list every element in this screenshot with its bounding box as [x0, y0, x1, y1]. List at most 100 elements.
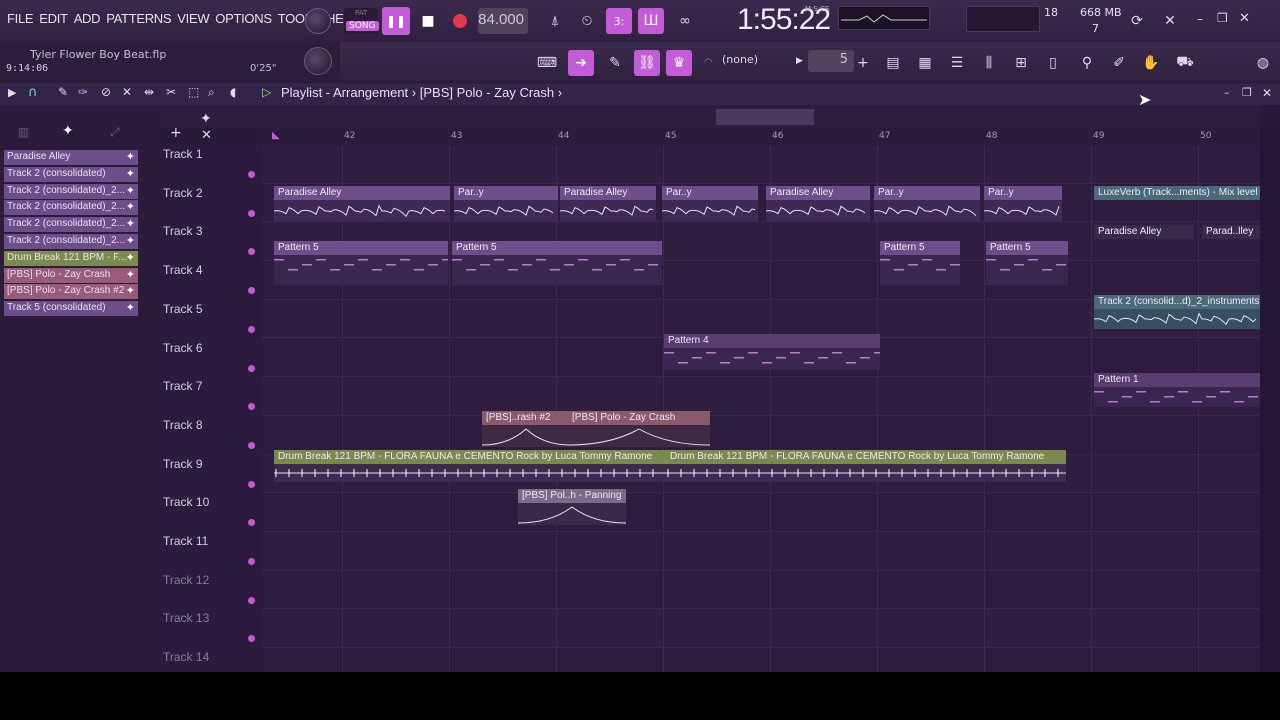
paint-icon[interactable]: ✑ — [78, 85, 88, 99]
hand-icon[interactable]: ✋ — [1138, 50, 1164, 76]
track-header-label[interactable]: Track 13 — [160, 611, 262, 625]
clip-list-item[interactable]: [PBS] Polo - Zay Crash #2 ✦ — [4, 284, 138, 300]
arrow-icon[interactable]: ➔ — [568, 50, 594, 76]
menu-patterns[interactable]: PATTERNS — [103, 11, 174, 26]
track4-pattern-clip[interactable]: Pattern 5 — [986, 241, 1068, 255]
arrangement-play-icon[interactable]: ▷ — [262, 85, 271, 99]
automation-icon[interactable]: ⤢ — [110, 125, 120, 140]
wrench-icon[interactable]: ✐ — [1106, 50, 1132, 76]
track11-panning-clip[interactable]: [PBS] Pol..h - Panning — [518, 489, 626, 503]
globe-icon[interactable]: ◍ — [1250, 50, 1276, 76]
loop-record-icon[interactable]: ∞ — [672, 8, 698, 34]
scrollbar-thumb[interactable] — [716, 109, 814, 125]
plugin-icon[interactable]: ⚲ — [1074, 50, 1100, 76]
playlist-maximize-icon[interactable]: ❐ — [1242, 86, 1252, 99]
track-mute-led[interactable] — [248, 248, 255, 256]
playhead-marker-icon[interactable]: ◣ — [272, 130, 280, 141]
clear-icon[interactable]: ✕ — [201, 128, 212, 143]
clip-list-item[interactable]: Track 2 (consolidated)_2... ✦ — [4, 183, 138, 199]
clip-list-item[interactable]: Track 2 (consolidated)_2... ✦ — [4, 200, 138, 216]
track-mute-led[interactable] — [248, 325, 255, 333]
typing-keyboard-icon[interactable]: ⌨ — [534, 50, 560, 76]
close-icon[interactable]: ✕ — [1239, 11, 1250, 26]
playlist-minimize-icon[interactable]: – — [1224, 86, 1230, 99]
playlist-close-icon[interactable]: ✕ — [1262, 86, 1272, 100]
mixer-icon[interactable]: ⫼ — [976, 50, 1002, 76]
pattern-arrow-icon[interactable]: ▶ — [796, 56, 803, 66]
stop-button[interactable]: ■ — [414, 7, 442, 35]
clip-list-item[interactable]: Drum Break 121 BPM - F... ✦ — [4, 250, 138, 266]
horizontal-scrollbar[interactable] — [0, 105, 1260, 128]
track2-automation-clip[interactable]: LuxeVerb (Track...ments) - Mix level — [1094, 186, 1260, 200]
record-button[interactable] — [446, 7, 474, 35]
track-mute-led[interactable] — [248, 558, 255, 565]
master-volume-knob[interactable] — [305, 8, 331, 34]
restore-icon[interactable]: ❐ — [1217, 11, 1228, 25]
refresh-icon[interactable]: ⟳ — [1124, 8, 1150, 34]
clip-list-item[interactable]: Track 2 (consolidated)_2... ✦ — [4, 217, 138, 233]
wait-input-icon[interactable]: ⏲ — [574, 8, 600, 34]
step-edit-icon[interactable]: Ш — [638, 8, 664, 34]
menu-view[interactable]: VIEW — [174, 11, 212, 26]
mute-icon[interactable]: ✕ — [122, 85, 132, 99]
track2-audio-clip[interactable]: Paradise Alley — [274, 186, 450, 200]
pencil-icon[interactable]: ✎ — [602, 50, 628, 76]
browser-icon[interactable]: ⊞ — [1008, 50, 1034, 76]
track-header-label[interactable]: Track 7 — [160, 379, 262, 393]
track-mute-led[interactable] — [248, 480, 255, 488]
track-header-label[interactable]: Track 6 — [160, 341, 262, 355]
waveform-select-icon[interactable]: ✦ — [200, 111, 212, 127]
slip-icon[interactable]: ⇹ — [144, 85, 154, 99]
track10-drum-clip[interactable]: Drum Break 121 BPM - FLORA FAUNA e CEMEN… — [274, 450, 666, 464]
cart-icon[interactable]: ⛟ — [1172, 50, 1198, 76]
track4-pattern-clip[interactable]: Pattern 5 — [274, 241, 448, 255]
menu-file[interactable]: FILE — [4, 11, 36, 26]
clip-list-item[interactable]: Track 2 (consolidated)_2... ✦ — [4, 234, 138, 249]
add-track-icon[interactable]: + — [170, 125, 182, 141]
track2-audio-clip[interactable]: Paradise Alley — [766, 186, 870, 200]
play-pause-button[interactable]: ❚❚ — [382, 7, 410, 35]
file-icon[interactable]: ▯ — [1040, 50, 1066, 76]
draw-icon[interactable]: ✎ — [58, 85, 68, 99]
track2-audio-clip[interactable]: Par..y — [454, 186, 558, 200]
timeline-ruler[interactable]: 42 43 44 45 46 47 48 49 50 — [262, 128, 1260, 145]
tools-icon[interactable]: ✕ — [1157, 8, 1183, 34]
channel-rack-icon[interactable]: ☰ — [944, 50, 970, 76]
track-header-label[interactable]: Track 2 — [160, 186, 262, 200]
audio-clips-icon[interactable]: ✦ — [62, 123, 74, 139]
playlist-menu-icon[interactable]: ▶ — [8, 86, 16, 99]
track4-pattern-clip[interactable]: Pattern 5 — [880, 241, 960, 255]
countdown-icon[interactable]: 3: — [606, 8, 632, 34]
track2-audio-clip[interactable]: Par..y — [874, 186, 980, 200]
track-mute-led[interactable] — [248, 635, 255, 643]
track7-pattern-clip[interactable]: Pattern 4 — [664, 334, 880, 348]
clip-list-item[interactable]: Paradise Alley ✦ — [4, 150, 138, 165]
track9-crash-clip[interactable]: [PBS] Polo - Zay Crash — [568, 411, 710, 425]
track-header-label[interactable]: Track 12 — [160, 573, 262, 587]
clip-list-item[interactable]: [PBS] Polo - Zay Crash ✦ — [4, 267, 138, 283]
track-mute-led[interactable] — [248, 364, 255, 372]
track-mute-led[interactable] — [248, 209, 255, 217]
arrangement-grid[interactable]: Paradise Alley Par..y Paradise Alley Par..y… — [262, 145, 1260, 672]
menu-add[interactable]: ADD — [71, 11, 104, 26]
track-mute-led[interactable] — [248, 596, 255, 604]
track-mute-led[interactable] — [248, 519, 255, 527]
track10-drum-clip-2[interactable]: Drum Break 121 BPM - FLORA FAUNA e CEMEN… — [666, 450, 1066, 464]
track2-audio-clip[interactable]: Par..y — [984, 186, 1062, 200]
playlist-icon[interactable]: ▤ — [880, 50, 906, 76]
vertical-scrollbar[interactable] — [1260, 128, 1280, 672]
magnet-icon[interactable]: ∩ — [28, 85, 38, 100]
track2-audio-clip[interactable]: Par..y — [662, 186, 758, 200]
track-header-label[interactable]: Track 14 — [160, 650, 262, 664]
select-icon[interactable]: ⬚ — [188, 85, 199, 99]
delete-icon[interactable]: ⊘ — [101, 85, 111, 99]
track9-crash-clip-2[interactable]: [PBS]..rash #2 — [482, 411, 570, 425]
metronome-icon[interactable]: ⍋ — [542, 8, 568, 34]
track-header-label[interactable]: Track 8 — [160, 418, 262, 432]
piano-icon[interactable]: ▥ — [18, 125, 29, 139]
track-header-label[interactable]: Track 4 — [160, 263, 262, 277]
menu-options[interactable]: OPTIONS — [212, 11, 274, 26]
track-header-label[interactable]: Track 9 — [160, 457, 262, 471]
track-header-label[interactable]: Track 1 — [160, 147, 262, 161]
minimize-icon[interactable]: – — [1197, 12, 1203, 26]
